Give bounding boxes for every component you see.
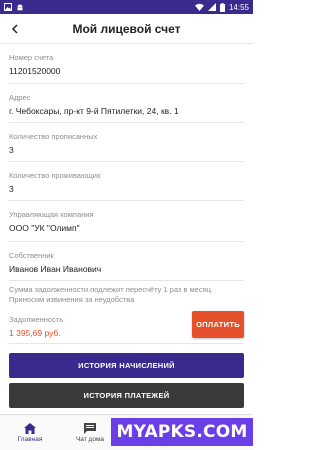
owner-label: Собственник (9, 251, 54, 260)
address-value: г. Чебоксары, пр-кт 9-й Пятилетки, 24, к… (9, 106, 179, 116)
account-number-label: Номер счета (9, 53, 54, 62)
back-button[interactable] (0, 14, 30, 44)
account-number-value: 11201520000 (9, 66, 61, 76)
nav-label-home: Главная (17, 435, 43, 443)
management-company-label: Управляющая компания (9, 210, 94, 219)
battery-icon (219, 2, 225, 12)
owner-field: Собственник Иванов Иван Иванович (9, 242, 244, 281)
registered-count-value: 3 (9, 145, 14, 155)
home-icon (24, 422, 36, 434)
chat-icon (84, 422, 96, 434)
account-details: Номер счета 11201520000 Адрес г. Чебокса… (0, 44, 253, 414)
registered-count-field: Количество прописанных 3 (9, 123, 244, 162)
status-right: 14:55 (194, 2, 249, 12)
back-arrow-icon (11, 23, 18, 34)
registered-count-label: Количество прописанных (9, 132, 98, 141)
recalculation-note: Сумма задолженности подлежит пересчёту 1… (9, 285, 214, 304)
status-left (4, 3, 24, 11)
status-bar: 14:55 (0, 0, 253, 14)
payments-history-button[interactable]: ИСТОРИЯ ПЛАТЕЖЕЙ (9, 383, 244, 408)
signal-icon (207, 3, 216, 11)
wifi-icon (194, 3, 204, 11)
pay-button[interactable]: ОПЛАТИТЬ (192, 311, 244, 338)
residents-count-value: 3 (9, 184, 14, 194)
owner-value: Иванов Иван Иванович (9, 264, 102, 274)
watermark-banner: MYAPKS.COM (111, 418, 253, 446)
app-bar: Мой лицевой счет (0, 14, 253, 44)
management-company-field: Управляющая компания ООО "УК "Олимп" (9, 201, 244, 242)
residents-count-label: Количество проживающих (9, 171, 101, 180)
page-title: Мой лицевой счет (72, 21, 181, 36)
android-icon (17, 4, 23, 11)
management-company-value: ООО "УК "Олимп" (9, 223, 80, 233)
status-time: 14:55 (228, 2, 249, 12)
charges-history-button[interactable]: ИСТОРИЯ НАЧИСЛЕНИЙ (9, 353, 244, 378)
residents-count-field: Количество проживающих 3 (9, 162, 244, 201)
debt-label: Задолженность (9, 315, 64, 324)
nav-label-chat: Чат дома (75, 435, 105, 443)
image-icon (4, 3, 12, 11)
address-field: Адрес г. Чебоксары, пр-кт 9-й Пятилетки,… (9, 84, 244, 123)
account-number-field: Номер счета 11201520000 (9, 44, 244, 84)
nav-item-home[interactable]: Главная (0, 415, 60, 450)
debt-row: Задолженность 1 395,69 руб. ОПЛАТИТЬ (9, 311, 244, 344)
address-label: Адрес (9, 93, 31, 102)
debt-value: 1 395,69 руб. (9, 328, 61, 338)
